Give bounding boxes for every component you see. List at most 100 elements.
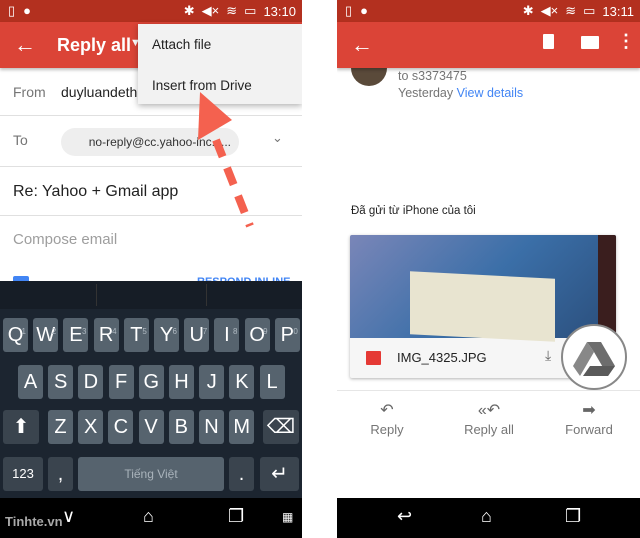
key-b[interactable]: B xyxy=(168,410,194,444)
menu-item-attach-file[interactable]: Attach file xyxy=(152,37,211,52)
back-nav-icon[interactable]: ↩ xyxy=(397,506,412,527)
attachment-filename: IMG_4325.JPG xyxy=(397,350,487,365)
back-icon[interactable]: ← xyxy=(14,32,36,58)
numbers-key[interactable]: 123 xyxy=(3,457,43,491)
reply-all-icon: «↶ xyxy=(477,402,501,419)
key-label: E xyxy=(69,324,83,346)
battery-icon: ▭ xyxy=(583,3,596,18)
key-label: T xyxy=(130,324,143,346)
key-e[interactable]: E3 xyxy=(63,318,89,352)
keyboard-switch-icon[interactable]: ▦ xyxy=(282,510,293,524)
key-label: C xyxy=(113,416,129,438)
expand-chevron-icon[interactable]: ⌄ xyxy=(272,130,283,146)
status-bar: ▯ ● ✱ ◀× ≋ ▭ 13:10 xyxy=(0,0,302,22)
key-t[interactable]: T5 xyxy=(123,318,149,352)
bluetooth-icon: ✱ xyxy=(183,3,195,18)
key-label: L xyxy=(266,371,278,393)
phone-icon: ▯ xyxy=(8,3,16,18)
key-w[interactable]: W2 xyxy=(33,318,59,352)
suggestion-bar xyxy=(0,281,302,309)
download-icon[interactable]: ⤓ xyxy=(545,347,551,364)
back-icon[interactable]: ← xyxy=(351,32,373,58)
key-hint: 5 xyxy=(142,327,147,336)
recents-icon[interactable]: ❐ xyxy=(565,506,581,527)
key-g[interactable]: G xyxy=(138,365,164,399)
key-label: , xyxy=(57,463,64,485)
delete-icon[interactable] xyxy=(543,34,554,49)
view-details-link[interactable]: View details xyxy=(457,86,523,100)
key-m[interactable]: M xyxy=(229,410,255,444)
key-n[interactable]: N xyxy=(199,410,224,444)
key-h[interactable]: H xyxy=(169,365,194,399)
key-label: I xyxy=(224,324,230,346)
key-o[interactable]: O9 xyxy=(244,318,270,352)
watermark: Tinhte.vn xyxy=(5,514,63,529)
key-q[interactable]: Q1 xyxy=(3,318,28,352)
key-l[interactable]: L xyxy=(259,365,285,399)
wifi-icon: ≋ xyxy=(226,3,238,18)
mute-icon: ◀× xyxy=(201,3,220,18)
space-key[interactable]: Tiếng Việt xyxy=(78,457,224,491)
battery-icon: ▭ xyxy=(244,3,257,18)
status-time: 13:10 xyxy=(263,3,296,19)
period-key[interactable]: . xyxy=(229,457,254,491)
wifi-icon: ≋ xyxy=(565,3,577,18)
home-icon[interactable]: ⌂ xyxy=(481,506,492,527)
arrow-head xyxy=(198,92,232,140)
messenger-icon: ● xyxy=(23,3,32,18)
key-v[interactable]: V xyxy=(138,410,164,444)
key-a[interactable]: A xyxy=(18,365,43,399)
key-label: J xyxy=(206,371,217,393)
forward-label: Forward xyxy=(565,422,613,437)
key-p[interactable]: P0 xyxy=(274,318,300,352)
status-time: 13:11 xyxy=(602,3,634,19)
mail-icon[interactable] xyxy=(581,36,599,49)
key-label: N xyxy=(204,416,219,438)
key-f[interactable]: F xyxy=(108,365,134,399)
key-x[interactable]: X xyxy=(78,410,104,444)
key-y[interactable]: Y6 xyxy=(154,318,179,352)
key-hint: 2 xyxy=(51,327,57,336)
forward-button[interactable]: ➡ Forward xyxy=(549,400,629,437)
key-d[interactable]: D xyxy=(78,365,104,399)
annotation-arrow xyxy=(198,92,254,228)
key-hint: 1 xyxy=(21,327,26,336)
reply-all-button[interactable]: «↶ Reply all xyxy=(449,400,529,437)
key-label: F xyxy=(114,371,128,393)
keyboard: Q 1 W 2 E 3 R 4 T 5 Y 6 U 7 I 8 O 9 P 0 A S D F G H J K L ⬆ Z X C V B N M ⌫ 12… xyxy=(0,281,302,498)
key-hint: 3 xyxy=(81,327,87,336)
reply-button[interactable]: ↶ Reply xyxy=(347,400,427,437)
key-k[interactable]: K xyxy=(229,365,255,399)
key-label: S xyxy=(54,371,68,393)
message-screen: ▯ ● ✱ ◀× ≋ ▭ 13:11 to s3373475 Yesterday View… xyxy=(337,0,640,538)
from-value[interactable]: duyluandethu xyxy=(61,84,145,100)
key-label: B xyxy=(174,416,188,438)
key-u[interactable]: U7 xyxy=(184,318,210,352)
message-body: Đã gửi từ iPhone của tôi xyxy=(351,205,476,217)
home-icon[interactable]: ⌂ xyxy=(143,506,154,527)
recents-icon[interactable]: ❐ xyxy=(228,506,244,527)
nav-bar: ∨ ⌂ ❐ ▦ Tinhte.vn xyxy=(0,498,302,538)
key-label: D xyxy=(83,371,99,393)
shift-key[interactable]: ⬆ xyxy=(3,410,39,444)
key-c[interactable]: C xyxy=(108,410,134,444)
key-z[interactable]: Z xyxy=(48,410,73,444)
key-s[interactable]: S xyxy=(48,365,74,399)
reply-label: Reply xyxy=(370,422,404,437)
comma-key[interactable]: , xyxy=(48,457,73,491)
compose-body-input[interactable]: Compose email xyxy=(13,231,117,248)
enter-key[interactable]: ↵ xyxy=(260,457,299,491)
backspace-key[interactable]: ⌫ xyxy=(263,410,299,444)
more-options-icon[interactable]: ⋮ xyxy=(617,31,635,52)
save-to-drive-button[interactable] xyxy=(561,324,627,390)
key-hint: 9 xyxy=(263,327,268,336)
key-label: M xyxy=(233,416,251,438)
hide-keyboard-icon[interactable]: ∨ xyxy=(62,506,75,527)
arrow-shaft xyxy=(212,138,254,228)
key-hint: 6 xyxy=(172,327,177,336)
to-label: To xyxy=(13,132,28,148)
key-label: Y xyxy=(159,324,174,346)
key-j[interactable]: J xyxy=(199,365,225,399)
key-i[interactable]: I8 xyxy=(214,318,240,352)
key-r[interactable]: R4 xyxy=(93,318,119,352)
